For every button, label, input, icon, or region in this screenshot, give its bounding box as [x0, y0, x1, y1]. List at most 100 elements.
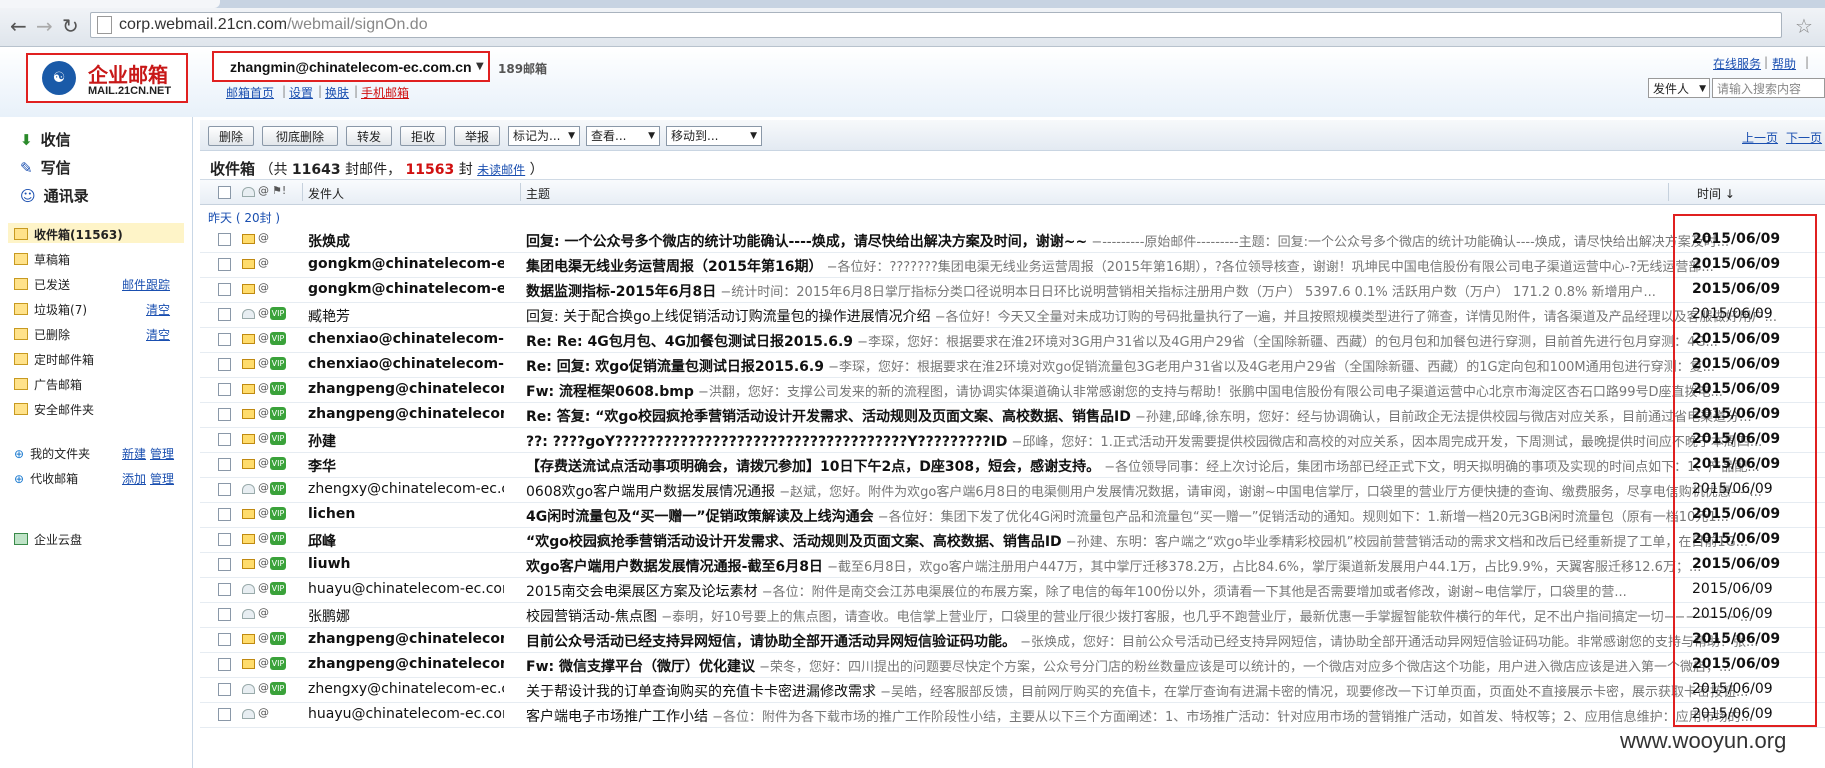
table-row[interactable]: @VIP huayu@chinatelecom-ec.com... 2015南交会电…	[200, 577, 1825, 603]
table-row[interactable]: @VIP zhangpeng@chinatelecom-... Fw: 微信支撑平台…	[200, 652, 1825, 678]
row-checkbox[interactable]	[218, 608, 231, 621]
row-from[interactable]: liuwh	[308, 556, 504, 572]
add-proxy-link[interactable]: 添加	[122, 470, 146, 487]
row-from[interactable]: lichen	[308, 506, 504, 522]
link-mail-home[interactable]: 邮箱首页	[226, 84, 274, 101]
row-subject[interactable]: “欢go校园疯抢季营销活动设计开发需求、活动规则及页面文案、高校数据、销售品ID…	[526, 531, 1796, 551]
row-checkbox[interactable]	[218, 583, 231, 596]
table-row[interactable]: @ VIP liuwh 欢go客户端用户数据发展情况通报-截至6月8日 −截至6月8日…	[200, 552, 1825, 578]
mail-tracking-link[interactable]: 邮件跟踪	[122, 276, 170, 293]
row-subject[interactable]: 数据监测指标-2015年6月8日 −统计时间：2015年6月8日掌厅指标分类口径…	[526, 281, 1796, 301]
table-row[interactable]: @VIP chenxiao@chinatelecom-ec... Re: 回复: 欢…	[200, 352, 1825, 378]
row-from[interactable]: zhangpeng@chinatelecom-...	[308, 381, 504, 397]
row-subject[interactable]: 回复: 一个公众号多个微店的统计功能确认----焕成，请尽快给出解决方案及时间，…	[526, 231, 1796, 251]
row-checkbox[interactable]	[218, 658, 231, 671]
sidebar-my-folders[interactable]: ⊕ 我的文件夹	[14, 445, 90, 462]
row-from[interactable]: zhengxy@chinatelecom-ec.com...	[308, 481, 504, 497]
empty-spam-link[interactable]: 清空	[146, 301, 170, 318]
row-from[interactable]: 李华	[308, 456, 504, 476]
manage-folders-link[interactable]: 管理	[150, 445, 174, 462]
date-group-yesterday[interactable]: 昨天 ( 20封 )	[208, 209, 280, 226]
forward-button[interactable]: 转发	[346, 126, 392, 146]
row-from[interactable]: zhangpeng@chinatelecom-...	[308, 631, 504, 647]
new-folder-link[interactable]: 新建	[122, 445, 146, 462]
move-to-select[interactable]: 移动到... ▼	[666, 126, 762, 146]
row-checkbox[interactable]	[218, 408, 231, 421]
forward-arrow-icon[interactable]: →	[36, 14, 53, 38]
next-page-link[interactable]: 下一页	[1786, 129, 1822, 146]
report-button[interactable]: 举报	[454, 126, 500, 146]
row-subject[interactable]: 回复: 关于配合换go上线促销活动订购流量包的操作进展情况介绍 −各位好！今天又…	[526, 306, 1796, 326]
row-from[interactable]: 邱峰	[308, 531, 504, 551]
table-row[interactable]: @VIP zhengxy@chinatelecom-ec.com... 0608欢g…	[200, 477, 1825, 503]
manage-proxy-link[interactable]: 管理	[150, 470, 174, 487]
unread-mail-link[interactable]: 未读邮件	[477, 163, 525, 177]
row-checkbox[interactable]	[218, 308, 231, 321]
row-from[interactable]: 张焕成	[308, 231, 504, 251]
sidebar-item-secure[interactable]: 安全邮件夹	[14, 401, 94, 418]
row-checkbox[interactable]	[218, 508, 231, 521]
row-from[interactable]: 孙建	[308, 431, 504, 451]
prev-page-link[interactable]: 上一页	[1742, 129, 1778, 146]
row-checkbox[interactable]	[218, 558, 231, 571]
row-checkbox[interactable]	[218, 333, 231, 346]
row-subject[interactable]: Re: 答复: “欢go校园疯抢季营销活动设计开发需求、活动规则及页面文案、高校…	[526, 406, 1796, 426]
address-bar[interactable]: corp.webmail.21cn.com/webmail/signOn.do	[90, 12, 1782, 38]
row-subject[interactable]: 4G闲时流量包及“买一赠一”促销政策解读及上线沟通会 −各位好：集团下发了优化4…	[526, 506, 1796, 526]
table-row[interactable]: @ huayu@chinatelecom-ec.com... 客户端电子市场推广工作…	[200, 702, 1825, 728]
sidebar-receive[interactable]: ⬇ 收信	[20, 129, 71, 150]
row-subject[interactable]: 客户端电子市场推广工作小结 −各位：附件为各下载市场的推广工作阶段性小结，主要从…	[526, 706, 1796, 726]
row-from[interactable]: 臧艳芳	[308, 306, 504, 326]
table-row[interactable]: @ gongkm@chinatelecom-ec.... 集团电渠无线业务运营周报（…	[200, 252, 1825, 278]
row-subject[interactable]: 【存费送流试点活动事项明确会，请拨冗参加】10日下午2点，D座308，短会，感谢…	[526, 456, 1796, 476]
row-subject[interactable]: 欢go客户端用户数据发展情况通报-截至6月8日 −截至6月8日，欢go客户端注册…	[526, 556, 1796, 576]
row-subject[interactable]: 0608欢go客户端用户数据发展情况通报 −赵斌，您好。附件为欢go客户端6月8…	[526, 481, 1796, 501]
reload-icon[interactable]: ↻	[62, 14, 79, 38]
row-from[interactable]: chenxiao@chinatelecom-ec...	[308, 356, 504, 372]
reject-button[interactable]: 拒收	[400, 126, 446, 146]
table-row[interactable]: @VIP zhangpeng@chinatelecom-... Re: 答复: “欢…	[200, 402, 1825, 428]
column-time[interactable]: 时间 ↓	[1697, 185, 1735, 202]
logo[interactable]: ☯ 企业邮箱 MAIL.21CN.NET	[26, 53, 188, 103]
row-subject[interactable]: 目前公众号活动已经支持异网短信，请协助全部开通活动异网短信验证码功能。 −张焕成…	[526, 631, 1796, 651]
row-from[interactable]: huayu@chinatelecom-ec.com...	[308, 706, 504, 722]
row-from[interactable]: gongkm@chinatelecom-ec....	[308, 256, 504, 272]
row-from[interactable]: zhangpeng@chinatelecom-...	[308, 656, 504, 672]
back-arrow-icon[interactable]: ←	[10, 14, 27, 38]
sidebar-item-drafts[interactable]: 草稿箱	[14, 251, 70, 268]
row-checkbox[interactable]	[218, 358, 231, 371]
table-row[interactable]: @ VIP 孙建 ??: ????goY???????????????????????…	[200, 427, 1825, 453]
table-row[interactable]: @VIP zhangpeng@chinatelecom-... 目前公众号活动已经支…	[200, 627, 1825, 653]
mark-as-select[interactable]: 标记为... ▼	[508, 126, 580, 146]
browser-tab[interactable]	[0, 0, 220, 8]
table-row[interactable]: @VIP zhengxy@chinatelecom-ec.com... 关于帮设计我…	[200, 677, 1825, 703]
search-field-select[interactable]: 发件人 ▼	[1648, 78, 1710, 98]
row-from[interactable]: huayu@chinatelecom-ec.com...	[308, 581, 504, 597]
row-subject[interactable]: Fw: 微信支撑平台（微厅）优化建议 −荣冬，您好：四川提出的问题要尽快定个方案…	[526, 656, 1796, 676]
table-row[interactable]: @ 张鹏娜 校园营销活动-焦点图 −泰明，好10号要上的焦点图，请查收。电信掌上营业…	[200, 602, 1825, 628]
sidebar-item-sent[interactable]: 已发送	[14, 276, 70, 293]
sidebar-item-spam[interactable]: 垃圾箱(7)	[14, 301, 87, 318]
select-all-checkbox[interactable]	[218, 186, 231, 199]
search-input[interactable]: 请输入搜索内容	[1712, 78, 1825, 98]
row-from[interactable]: gongkm@chinatelecom-ec....	[308, 281, 504, 297]
row-checkbox[interactable]	[218, 258, 231, 271]
table-row[interactable]: @ 张焕成 回复: 一个公众号多个微店的统计功能确认----焕成，请尽快给出解决方案…	[200, 227, 1825, 253]
sidebar-proxy-mail[interactable]: ⊕ 代收邮箱	[14, 470, 78, 487]
sidebar-item-deleted[interactable]: 已删除	[14, 326, 70, 343]
account-switcher[interactable]: zhangmin@chinatelecom-ec.com.cn ▼	[212, 51, 490, 82]
table-row[interactable]: @ VIP 邱峰 “欢go校园疯抢季营销活动设计开发需求、活动规则及页面文案、高校数据…	[200, 527, 1825, 553]
table-row[interactable]: @ VIP lichen 4G闲时流量包及“买一赠一”促销政策解读及上线沟通会 −各位…	[200, 502, 1825, 528]
row-checkbox[interactable]	[218, 433, 231, 446]
row-subject[interactable]: 关于帮设计我的订单查询购买的充值卡卡密进漏修改需求 −吴皓，经客服部反馈，目前网…	[526, 681, 1796, 701]
row-subject[interactable]: 2015南交会电渠展区方案及论坛素材 −各位：附件是南交会江苏电渠展位的布展方案…	[526, 581, 1796, 601]
table-row[interactable]: @VIP chenxiao@chinatelecom-ec... Re: Re: 4…	[200, 327, 1825, 353]
row-checkbox[interactable]	[218, 533, 231, 546]
row-from[interactable]: zhangpeng@chinatelecom-...	[308, 406, 504, 422]
row-subject[interactable]: Fw: 流程框架0608.bmp −洪翻，您好：支撑公司发来的新的流程图，请协调…	[526, 381, 1796, 401]
sidebar-item-ads[interactable]: 广告邮箱	[14, 376, 82, 393]
row-subject[interactable]: Re: Re: 4G包月包、4G加餐包测试日报2015.6.9 −李琛，您好：根…	[526, 331, 1796, 351]
row-checkbox[interactable]	[218, 633, 231, 646]
link-help[interactable]: 帮助	[1772, 55, 1796, 72]
row-subject[interactable]: ??: ????goY?????????????????????????????…	[526, 431, 1796, 450]
